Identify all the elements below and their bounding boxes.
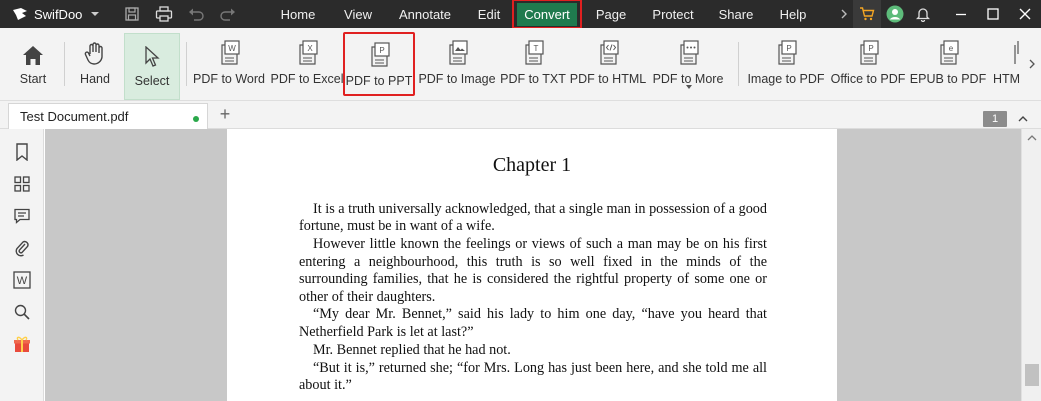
- hand-icon: [84, 42, 103, 65]
- search-icon[interactable]: [11, 301, 33, 323]
- svg-text:P: P: [379, 46, 384, 55]
- undo-icon[interactable]: [180, 0, 212, 28]
- paragraph: However little known the feelings or vie…: [299, 236, 767, 305]
- menu-view[interactable]: View: [332, 0, 384, 28]
- account-avatar-icon[interactable]: [881, 0, 909, 28]
- svg-text:X: X: [307, 44, 313, 53]
- home-icon: [23, 46, 43, 65]
- pdf-to-image-icon: [449, 40, 468, 65]
- start-button[interactable]: Start: [8, 32, 58, 96]
- pdf-to-ppt-icon: P: [371, 42, 390, 67]
- gift-icon[interactable]: [11, 333, 33, 355]
- svg-text:e: e: [949, 44, 954, 53]
- menu-share[interactable]: Share: [706, 0, 766, 28]
- paragraph: “But it is,” returned she; “for Mrs. Lon…: [299, 359, 767, 394]
- pdf-to-html-button[interactable]: PDF to HTML: [570, 32, 646, 96]
- chapter-title: Chapter 1: [492, 154, 572, 176]
- redo-icon[interactable]: [212, 0, 244, 28]
- pdf-to-html-icon: [600, 40, 619, 65]
- menu-scroll-chevron-right-icon[interactable]: [835, 0, 853, 28]
- html-to-pdf-icon: [1014, 41, 1019, 64]
- document-viewer[interactable]: Chapter 1 It is a truth universally ackn…: [45, 129, 1021, 401]
- title-right-tools: [835, 0, 1041, 28]
- select-tool-button[interactable]: Select: [124, 33, 180, 100]
- app-menu-chevron-down-icon[interactable]: [88, 0, 102, 28]
- close-icon[interactable]: [1009, 0, 1041, 28]
- pdf-to-excel-button[interactable]: X PDF to Excel: [270, 32, 344, 96]
- pdf-to-image-button[interactable]: PDF to Image: [418, 32, 496, 96]
- pdf-to-more-icon: [680, 40, 699, 65]
- main-menu: Home View Annotate Edit Convert Page Pro…: [264, 0, 820, 29]
- office-to-pdf-icon: P: [860, 40, 879, 65]
- svg-text:W: W: [228, 44, 236, 53]
- cart-icon[interactable]: [853, 0, 881, 28]
- menu-edit[interactable]: Edit: [466, 0, 512, 28]
- menu-convert[interactable]: Convert: [512, 0, 582, 29]
- document-tab-label: Test Document.pdf: [20, 109, 129, 124]
- svg-text:P: P: [786, 44, 791, 53]
- left-sidebar: W: [0, 129, 44, 401]
- scrollbar-thumb[interactable]: [1025, 364, 1039, 386]
- menu-page[interactable]: Page: [582, 0, 640, 28]
- image-to-pdf-button[interactable]: P Image to PDF: [746, 32, 826, 96]
- pdf-to-excel-icon: X: [299, 40, 318, 65]
- thumbnails-icon[interactable]: [11, 173, 33, 195]
- app-name: SwifDoo: [34, 6, 83, 22]
- document-tab-bar: Test Document.pdf + 1: [0, 101, 1041, 129]
- swifdoo-logo-icon: [13, 8, 27, 20]
- bookmark-icon[interactable]: [11, 141, 33, 163]
- ribbon-scroll-chevron-right-icon[interactable]: [1022, 28, 1041, 100]
- word-icon[interactable]: W: [11, 269, 33, 291]
- unsaved-indicator-dot: [193, 116, 199, 122]
- office-to-pdf-button[interactable]: P Office to PDF: [830, 32, 906, 96]
- epub-to-pdf-button[interactable]: e EPUB to PDF: [910, 32, 986, 96]
- hand-tool-button[interactable]: Hand: [70, 32, 120, 96]
- pdf-to-word-icon: W: [221, 40, 240, 65]
- convert-ribbon: Start Hand Select W PDF to Word X PDF to…: [0, 28, 1041, 101]
- page-body-text: It is a truth universally acknowledged, …: [299, 201, 767, 395]
- paragraph: It is a truth universally acknowledged, …: [299, 201, 767, 235]
- add-tab-button[interactable]: +: [216, 105, 234, 125]
- document-tab[interactable]: Test Document.pdf: [8, 103, 208, 129]
- cursor-arrow-icon: [145, 46, 160, 67]
- svg-text:P: P: [868, 44, 873, 53]
- paragraph: “My dear Mr. Bennet,” said his lady to h…: [299, 306, 767, 340]
- epub-to-pdf-icon: e: [940, 40, 959, 65]
- pdf-to-txt-icon: T: [525, 40, 544, 65]
- attachment-icon[interactable]: [11, 237, 33, 259]
- maximize-icon[interactable]: [977, 0, 1009, 28]
- image-to-pdf-icon: P: [778, 40, 797, 65]
- notification-bell-icon[interactable]: [909, 0, 937, 28]
- pdf-to-word-button[interactable]: W PDF to Word: [192, 32, 266, 96]
- pdf-page[interactable]: Chapter 1 It is a truth universally ackn…: [227, 129, 837, 401]
- paragraph: Mr. Bennet replied that he had not.: [313, 341, 511, 358]
- svg-text:W: W: [17, 275, 28, 287]
- vertical-scrollbar[interactable]: [1021, 129, 1041, 401]
- svg-text:T: T: [534, 44, 539, 53]
- title-bar: SwifDoo Home View Annotate Edit Convert …: [0, 0, 1041, 29]
- collapse-chevron-up-icon[interactable]: [1015, 111, 1031, 127]
- pdf-to-ppt-button[interactable]: P PDF to PPT: [343, 32, 415, 96]
- menu-home[interactable]: Home: [264, 0, 332, 28]
- menu-protect[interactable]: Protect: [640, 0, 706, 28]
- minimize-icon[interactable]: [945, 0, 977, 28]
- html-to-pdf-button[interactable]: HTM: [990, 32, 1020, 96]
- comment-icon[interactable]: [11, 205, 33, 227]
- menu-annotate[interactable]: Annotate: [384, 0, 466, 28]
- save-icon[interactable]: [116, 0, 148, 28]
- pdf-to-txt-button[interactable]: T PDF to TXT: [500, 32, 566, 96]
- pdf-to-more-chevron-down-icon[interactable]: [686, 82, 692, 91]
- print-icon[interactable]: [148, 0, 180, 28]
- menu-help[interactable]: Help: [766, 0, 820, 28]
- page-number-badge: 1: [983, 111, 1007, 127]
- scroll-up-arrow-icon[interactable]: [1027, 133, 1037, 143]
